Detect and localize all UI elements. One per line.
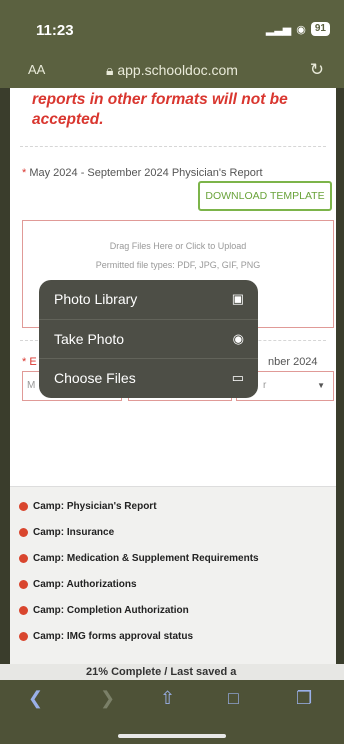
field-label-date: nber 2024 — [268, 356, 318, 368]
status-dot-icon — [19, 554, 28, 563]
camera-icon: ◉ — [232, 331, 244, 346]
url-field[interactable]: 🔒︎ app.schooldoc.com — [0, 62, 344, 79]
menu-item-take-photo[interactable]: Take Photo ◉ — [39, 319, 258, 358]
status-dot-icon — [19, 632, 28, 641]
status-dot-icon — [19, 502, 28, 511]
url-text: app.schooldoc.com — [117, 62, 238, 78]
forward-icon[interactable]: ❯ — [100, 688, 115, 709]
signal-icon: ▂▃▅ — [265, 23, 292, 36]
photo-library-icon: ▣ — [231, 291, 244, 306]
permitted-file-types: Permitted file types: PDF, JPG, GIF, PNG — [95, 260, 261, 270]
home-indicator — [118, 734, 226, 738]
tabs-icon[interactable]: ❐ — [296, 688, 312, 709]
format-warning: reports in other formats will not be acc… — [32, 91, 288, 128]
bookmarks-icon[interactable]: □ — [228, 688, 239, 709]
battery-indicator: 91 — [310, 22, 330, 36]
lock-icon: 🔒︎ — [106, 62, 114, 78]
checklist-item[interactable]: Camp: Completion Authorization — [19, 605, 189, 616]
address-bar[interactable]: AA 🔒︎ app.schooldoc.com ↻ — [0, 56, 344, 88]
status-icons: ▂▃▅ ◉ 91 — [266, 22, 330, 36]
upload-instructions: Drag Files Here or Click to Upload — [109, 241, 247, 251]
report-label: * May 2024 - September 2024 Physician's … — [22, 167, 263, 179]
requirements-checklist: Camp: Physician's Report Camp: Insurance… — [10, 486, 336, 664]
status-dot-icon — [19, 528, 28, 537]
checklist-item[interactable]: Camp: Authorizations — [19, 579, 137, 590]
wifi-icon: ◉ — [296, 23, 306, 36]
share-icon[interactable]: ⇧ — [160, 688, 175, 709]
progress-text: 21% Complete / Last saved a — [86, 666, 237, 678]
divider — [20, 146, 326, 147]
progress-bar: 21% Complete / Last saved a — [0, 664, 344, 680]
status-time: 11:23 — [36, 22, 74, 39]
chevron-down-icon: ▼ — [317, 381, 325, 390]
checklist-item[interactable]: Camp: Medication & Supplement Requiremen… — [19, 553, 259, 564]
folder-icon: ▭ — [231, 370, 244, 385]
menu-item-choose-files[interactable]: Choose Files ▭ — [39, 358, 258, 397]
checklist-item[interactable]: Camp: Insurance — [19, 527, 114, 538]
menu-item-photo-library[interactable]: Photo Library ▣ — [39, 280, 258, 319]
back-icon[interactable]: ❮ — [28, 688, 43, 709]
file-source-menu: Photo Library ▣ Take Photo ◉ Choose File… — [39, 280, 258, 398]
checklist-item[interactable]: Camp: IMG forms approval status — [19, 631, 193, 642]
status-dot-icon — [19, 580, 28, 589]
reload-icon[interactable]: ↻ — [310, 60, 324, 80]
browser-toolbar: ❮ ❯ ⇧ □ ❐ — [0, 680, 344, 744]
field-label: * E — [22, 356, 37, 368]
status-bar: 11:23 ▂▃▅ ◉ 91 — [0, 0, 344, 56]
status-dot-icon — [19, 606, 28, 615]
download-template-button[interactable]: DOWNLOAD TEMPLATE — [198, 181, 332, 211]
checklist-item[interactable]: Camp: Physician's Report — [19, 501, 157, 512]
